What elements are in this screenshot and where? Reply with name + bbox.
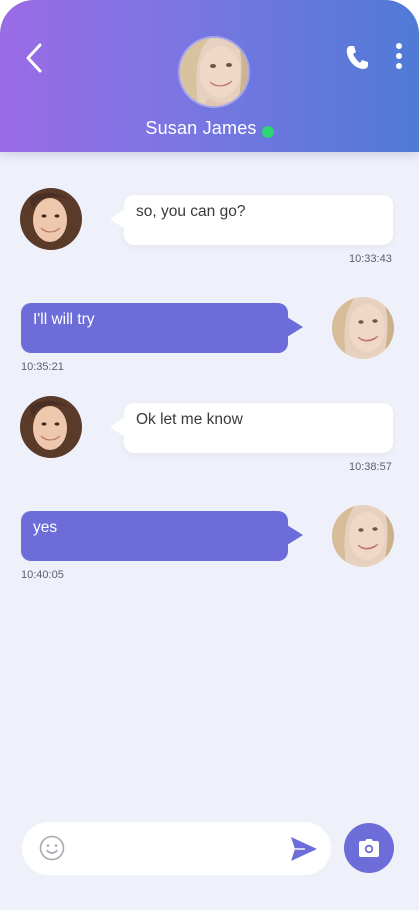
call-button[interactable]	[343, 42, 371, 72]
message-text: yes	[33, 519, 58, 536]
message-text: so, you can go?	[136, 203, 246, 220]
message-text: Ok let me know	[136, 411, 243, 428]
own-avatar[interactable]	[332, 505, 394, 567]
chat-header: Susan James	[0, 0, 419, 152]
sender-avatar[interactable]	[20, 188, 82, 250]
message-bubble-outgoing[interactable]: yes	[21, 511, 303, 561]
more-vertical-icon	[396, 43, 402, 69]
message-timestamp: 10:35:21	[21, 361, 64, 373]
more-options-button[interactable]	[388, 40, 410, 72]
message-input[interactable]	[78, 834, 282, 865]
contact-photo	[180, 38, 248, 106]
message-bubble-outgoing[interactable]: I'll will try	[21, 303, 303, 353]
sender-avatar[interactable]	[20, 396, 82, 458]
send-button[interactable]	[289, 835, 319, 863]
message-text: I'll will try	[33, 311, 95, 328]
message-timestamp: 10:38:57	[349, 461, 392, 473]
own-avatar[interactable]	[332, 297, 394, 359]
emoji-button[interactable]	[39, 835, 65, 861]
own-photo	[332, 505, 394, 567]
sender-photo	[20, 188, 82, 250]
back-button[interactable]	[18, 40, 50, 76]
chevron-left-icon	[26, 43, 42, 73]
message-composer	[22, 822, 331, 875]
online-status-dot	[261, 126, 274, 138]
send-icon	[291, 837, 317, 861]
sender-photo	[20, 396, 82, 458]
smiley-icon	[39, 835, 65, 861]
contact-avatar[interactable]	[180, 38, 248, 106]
message-bubble-incoming[interactable]: Ok let me know	[110, 403, 393, 453]
camera-icon	[359, 839, 379, 857]
contact-name: Susan James	[0, 118, 419, 139]
contact-name-text: Susan James	[145, 118, 257, 138]
camera-button[interactable]	[344, 823, 394, 873]
own-photo	[332, 297, 394, 359]
message-timestamp: 10:40:05	[21, 569, 64, 581]
phone-icon	[346, 46, 368, 69]
message-bubble-incoming[interactable]: so, you can go?	[110, 195, 393, 245]
chat-screen: Susan James so, you can go? 10:33:43 I'l…	[0, 0, 419, 910]
message-timestamp: 10:33:43	[349, 253, 392, 265]
